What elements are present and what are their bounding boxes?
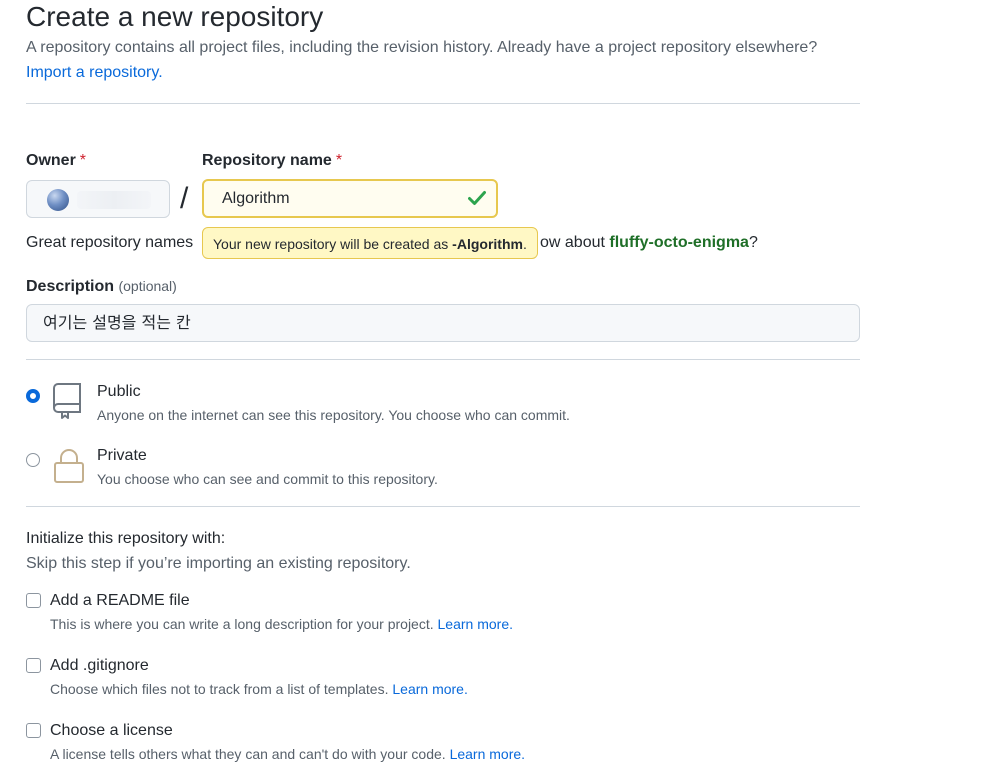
gitignore-description: Choose which files not to track from a l… (50, 681, 468, 697)
private-description: You choose who can see and commit to thi… (97, 471, 438, 487)
initialize-title: Initialize this repository with: (26, 530, 226, 547)
avatar (47, 189, 69, 211)
private-radio[interactable] (26, 453, 40, 467)
divider (26, 506, 860, 507)
initialize-subtitle: Skip this step if you’re importing an ex… (26, 555, 411, 572)
public-title: Public (97, 383, 141, 400)
gitignore-learn-more-link[interactable]: Learn more. (392, 681, 467, 697)
tooltip-repo-name: -Algorithm (452, 236, 523, 252)
check-icon (468, 191, 486, 205)
readme-description: This is where you can write a long descr… (50, 616, 513, 632)
suggested-name[interactable]: fluffy-octo-enigma (609, 234, 749, 251)
owner-select[interactable] (26, 180, 170, 218)
repository-name-value: Algorithm (222, 190, 290, 207)
description-value: 여기는 설명을 적는 칸 (43, 313, 191, 332)
owner-repo-separator: / (180, 182, 189, 215)
public-description: Anyone on the internet can see this repo… (97, 407, 570, 423)
page-title: Create a new repository (26, 1, 324, 32)
repository-name-label: Repository name * (202, 152, 343, 169)
license-description: A license tells others what they can and… (50, 746, 526, 762)
license-checkbox[interactable] (26, 723, 41, 738)
license-learn-more-link[interactable]: Learn more. (450, 746, 525, 762)
description-input[interactable]: 여기는 설명을 적는 칸 (26, 304, 860, 342)
required-mark: * (79, 152, 87, 169)
name-hint-suggestion: ow about fluffy-octo-enigma? (540, 234, 758, 251)
gitignore-title: Add .gitignore (50, 657, 149, 674)
repository-name-input[interactable]: Algorithm (202, 179, 498, 218)
license-title: Choose a license (50, 722, 173, 739)
required-mark: * (335, 152, 343, 169)
readme-title: Add a README file (50, 592, 190, 609)
readme-learn-more-link[interactable]: Learn more. (438, 616, 513, 632)
owner-name-redacted (77, 191, 151, 209)
import-repository-link[interactable]: Import a repository. (26, 63, 163, 83)
page-subtitle: A repository contains all project files,… (26, 39, 818, 56)
name-hint-prefix: Great repository names (26, 234, 194, 251)
repo-icon (53, 383, 81, 419)
gitignore-checkbox[interactable] (26, 658, 41, 673)
divider (26, 103, 860, 104)
divider (26, 359, 860, 360)
readme-checkbox[interactable] (26, 593, 41, 608)
description-label: Description (optional) (26, 278, 177, 295)
lock-icon (54, 448, 84, 483)
optional-tag: (optional) (118, 278, 177, 294)
private-title: Private (97, 447, 147, 464)
repository-name-tooltip: Your new repository will be created as -… (202, 227, 538, 259)
owner-label: Owner * (26, 152, 87, 169)
public-radio[interactable] (26, 389, 40, 403)
